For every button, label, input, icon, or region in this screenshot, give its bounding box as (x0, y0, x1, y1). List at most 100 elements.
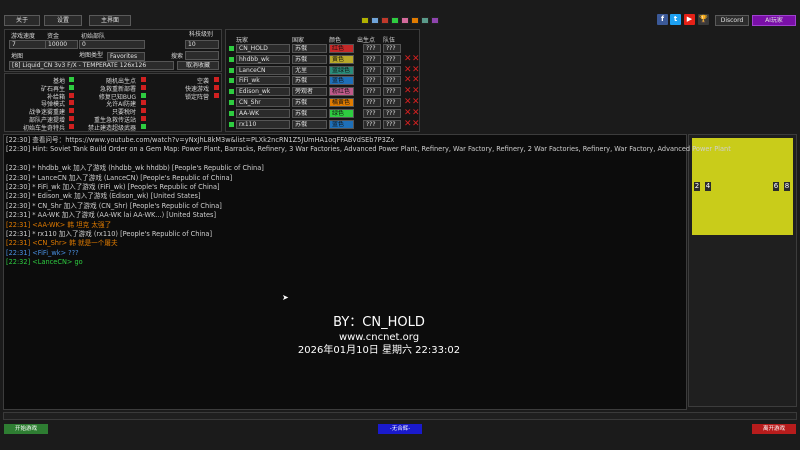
team-select[interactable]: ??? (383, 76, 401, 86)
color-swatch[interactable] (381, 17, 389, 24)
map-select-field[interactable]: [8] Liquid_CN 3v3 F/X - TEMPERATE 126x12… (9, 61, 174, 70)
color-swatch[interactable] (411, 17, 419, 24)
start-select[interactable]: ??? (363, 76, 381, 86)
player-name-field[interactable]: AA-WK (236, 108, 290, 118)
kick-icon[interactable]: ✕ (404, 75, 412, 86)
checkbox-checked[interactable] (141, 123, 146, 129)
color-select[interactable]: 红色 (329, 44, 354, 53)
checkbox-unchecked[interactable] (141, 84, 146, 90)
player-name-field[interactable]: FiFi_wk (236, 76, 290, 86)
credits-field[interactable]: 10000 (45, 40, 78, 49)
start-select[interactable]: ??? (363, 44, 381, 53)
youtube-icon[interactable]: ▶ (684, 14, 695, 25)
checkbox-unchecked[interactable] (69, 123, 74, 129)
checkbox-unchecked[interactable] (214, 77, 219, 82)
about-button[interactable]: 关于 (4, 15, 40, 26)
color-select[interactable]: 蓝色 (329, 76, 354, 86)
team-select[interactable]: ??? (383, 108, 401, 118)
country-select[interactable]: 苏俄 (292, 119, 327, 129)
ban-icon[interactable]: ✕ (412, 75, 420, 86)
checkbox-unchecked[interactable] (69, 92, 74, 98)
tech-level-field[interactable]: 10 (185, 40, 219, 49)
team-select[interactable]: ??? (383, 98, 401, 107)
checkbox-unchecked[interactable] (69, 100, 74, 106)
checkbox-unchecked[interactable] (214, 92, 219, 98)
checkbox-checked[interactable] (69, 84, 74, 90)
start-game-button[interactable]: 开始游戏 (4, 424, 48, 434)
trophy-icon[interactable]: 🏆 (698, 14, 709, 25)
spawn-6[interactable]: 6 (773, 182, 779, 191)
player-name-field[interactable]: CN_Shr (236, 98, 290, 107)
player-name-field[interactable]: hhdbb_wk (236, 54, 290, 64)
kick-icon[interactable]: ✕ (404, 119, 412, 130)
ban-icon[interactable]: ✕ (412, 108, 420, 119)
checkbox-unchecked[interactable] (141, 77, 146, 82)
color-swatch[interactable] (371, 17, 379, 24)
checkbox-unchecked[interactable] (69, 108, 74, 114)
mainmenu-button[interactable]: 主界面 (89, 15, 131, 26)
player-name-field[interactable]: LanceCN (236, 65, 290, 75)
color-select[interactable]: 蓝绿色 (329, 65, 354, 75)
spawn-4[interactable]: 4 (705, 182, 711, 191)
kick-icon[interactable]: ✕ (404, 97, 412, 108)
discord-button[interactable]: Discord (715, 15, 749, 26)
team-select[interactable]: ??? (383, 54, 401, 64)
color-swatch[interactable] (361, 17, 369, 24)
ban-icon[interactable]: ✕ (412, 86, 420, 97)
spawn-8[interactable]: 8 (784, 182, 790, 191)
country-select[interactable]: 尤里 (292, 65, 327, 75)
team-select[interactable]: ??? (383, 44, 401, 53)
checkbox-unchecked[interactable] (214, 84, 219, 90)
vote-status-button[interactable]: -无合辉- (378, 424, 422, 434)
search-input[interactable] (185, 51, 219, 60)
color-swatch[interactable] (421, 17, 429, 24)
color-select[interactable]: 粉红色 (329, 87, 354, 97)
start-units-field[interactable]: 0 (79, 40, 145, 49)
color-select[interactable]: 橘黄色 (329, 98, 354, 107)
twitter-icon[interactable]: t (670, 14, 681, 25)
kick-icon[interactable]: ✕ (404, 108, 412, 119)
spawn-2[interactable]: 2 (694, 182, 700, 191)
country-select[interactable]: 苏俄 (292, 76, 327, 86)
leave-game-button[interactable]: 离开游戏 (752, 424, 796, 434)
checkbox-unchecked[interactable] (69, 116, 74, 121)
facebook-icon[interactable]: f (657, 14, 668, 25)
chat-input[interactable] (3, 412, 797, 420)
ban-icon[interactable]: ✕ (412, 65, 420, 76)
country-select[interactable]: 旁观者 (292, 87, 327, 97)
start-select[interactable]: ??? (363, 108, 381, 118)
cancel-favorite-button[interactable]: 取消收藏 (177, 61, 219, 70)
kick-icon[interactable]: ✕ (404, 86, 412, 97)
color-select[interactable]: 蓝色 (329, 119, 354, 129)
checkbox-unchecked[interactable] (141, 100, 146, 106)
ban-icon[interactable]: ✕ (412, 97, 420, 108)
team-select[interactable]: ??? (383, 65, 401, 75)
maptype-field[interactable]: Favorites (107, 52, 145, 61)
team-select[interactable]: ??? (383, 87, 401, 97)
country-select[interactable]: 苏俄 (292, 108, 327, 118)
settings-button[interactable]: 设置 (44, 15, 82, 26)
start-select[interactable]: ??? (363, 87, 381, 97)
color-swatch[interactable] (391, 17, 399, 24)
checkbox-checked[interactable] (141, 92, 146, 98)
kick-icon[interactable]: ✕ (404, 65, 412, 76)
player-name-field[interactable]: rx110 (236, 119, 290, 129)
color-swatch[interactable] (401, 17, 409, 24)
color-swatch[interactable] (431, 17, 439, 24)
checkbox-unchecked[interactable] (141, 108, 146, 114)
team-select[interactable]: ??? (383, 119, 401, 129)
color-select[interactable]: 绿色 (329, 108, 354, 118)
start-select[interactable]: ??? (363, 119, 381, 129)
checkbox-checked[interactable] (69, 77, 74, 82)
kick-icon[interactable]: ✕ (404, 54, 412, 65)
start-select[interactable]: ??? (363, 98, 381, 107)
game-speed-field[interactable]: 7 (9, 40, 47, 49)
ban-icon[interactable]: ✕ (412, 54, 420, 65)
ai-room-button[interactable]: AI玩家 (752, 15, 796, 26)
checkbox-unchecked[interactable] (141, 116, 146, 121)
country-select[interactable]: 苏俄 (292, 98, 327, 107)
country-select[interactable]: 苏俄 (292, 54, 327, 64)
ban-icon[interactable]: ✕ (412, 119, 420, 130)
country-select[interactable]: 苏俄 (292, 44, 327, 53)
color-select[interactable]: 黄色 (329, 54, 354, 64)
